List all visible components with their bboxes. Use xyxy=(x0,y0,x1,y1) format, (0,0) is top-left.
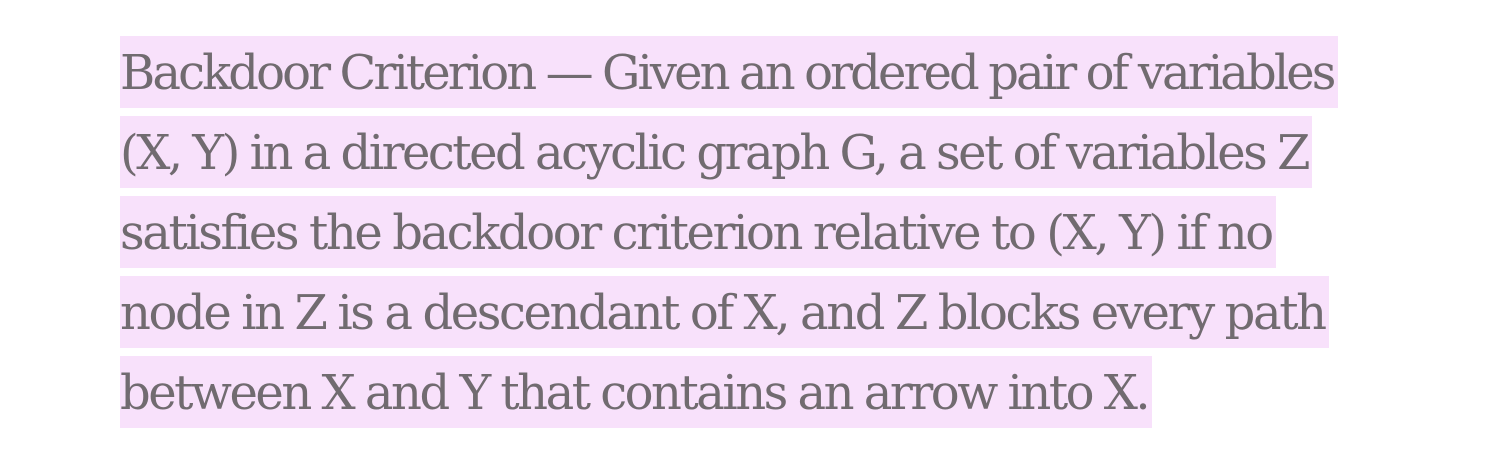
highlighted-text[interactable]: node in Z is a descendant of X, and Z bl… xyxy=(120,276,1329,348)
highlighted-text[interactable]: satisfies the backdoor criterion relativ… xyxy=(120,196,1276,268)
highlighted-text[interactable]: Backdoor Criterion — Given an ordered pa… xyxy=(120,36,1338,108)
passage-line-5: between X and Y that contains an arrow i… xyxy=(120,356,1460,436)
highlighted-text[interactable]: (X, Y) in a directed acyclic graph G, a … xyxy=(120,116,1312,188)
highlighted-text[interactable]: between X and Y that contains an arrow i… xyxy=(120,356,1153,428)
definition-passage: Backdoor Criterion — Given an ordered pa… xyxy=(120,36,1460,436)
passage-line-4: node in Z is a descendant of X, and Z bl… xyxy=(120,276,1460,356)
passage-line-1: Backdoor Criterion — Given an ordered pa… xyxy=(120,36,1460,116)
passage-line-3: satisfies the backdoor criterion relativ… xyxy=(120,196,1460,276)
passage-line-2: (X, Y) in a directed acyclic graph G, a … xyxy=(120,116,1460,196)
